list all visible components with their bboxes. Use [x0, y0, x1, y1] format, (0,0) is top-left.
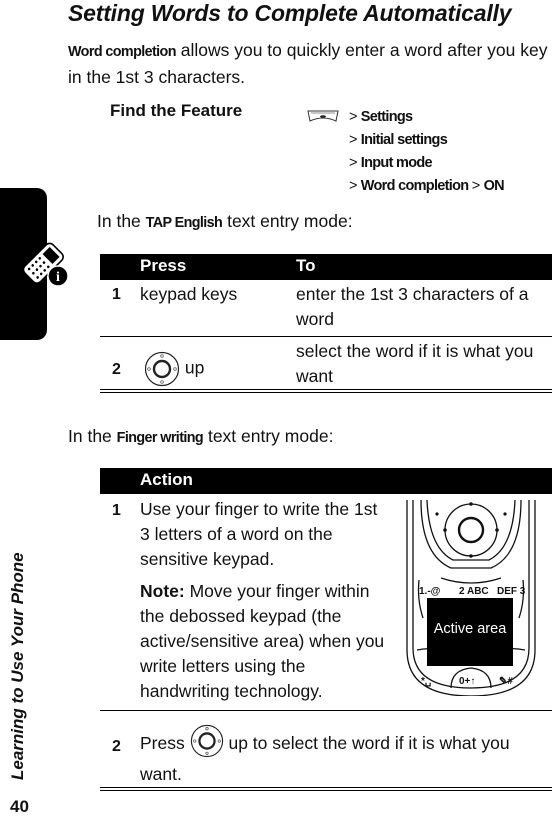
- key-3: DEF 3: [497, 586, 526, 597]
- nav-key-icon: [144, 351, 180, 387]
- page-title: Setting Words to Complete Automatically: [68, 0, 512, 26]
- table-row: 2 Press up to select the word if it is w…: [100, 711, 552, 787]
- section-finger-writing-intro: In the Finger writing text entry mode:: [68, 426, 334, 446]
- path-value-on: ON: [483, 178, 505, 194]
- path-step-input-mode: > Input mode: [349, 155, 433, 171]
- svg-text:i: i: [56, 270, 60, 285]
- chapter-tab: i: [0, 188, 69, 340]
- table-row: 2 up select the word if it is what you w…: [100, 337, 552, 389]
- path-step-initial-settings: > Initial settings: [349, 132, 448, 148]
- key-hash: ✎#: [499, 676, 513, 687]
- intro-paragraph: Word completion allows you to quickly en…: [68, 38, 548, 90]
- mode-name: Finger writing: [116, 430, 204, 446]
- action-text: Press up to select the word if it is wha…: [140, 725, 545, 790]
- nav-key-icon: [190, 725, 223, 758]
- mode-name: TAP English: [145, 215, 223, 231]
- intro-term: Word completion: [68, 44, 176, 60]
- header-action: Action: [140, 470, 193, 489]
- phone-info-icon: i: [22, 242, 69, 287]
- note-label: Note:: [140, 581, 185, 601]
- table-header: Action: [100, 468, 552, 494]
- section-tap-english-intro: In the TAP English text entry mode:: [97, 211, 353, 231]
- path-step-word-completion: > Word completion > ON: [349, 178, 505, 194]
- to-cell: select the word if it is what you want: [296, 341, 534, 386]
- key-0: 0+↑: [459, 676, 475, 687]
- active-area-label: Active area: [427, 598, 513, 666]
- chapter-title: Learning to Use Your Phone: [8, 552, 27, 780]
- feature-path: > Settings > Initial settings > Input mode …: [349, 106, 505, 198]
- press-cell: up: [144, 351, 204, 387]
- table-row: 1 keypad keys enter the 1st 3 characters…: [100, 280, 552, 336]
- table-end-rule: [100, 389, 552, 393]
- action-text: Use your finger to write the 1st 3 lette…: [140, 499, 378, 569]
- header-press: Press: [140, 256, 187, 275]
- key-star: *␣: [421, 676, 431, 687]
- path-step-settings: > Settings: [349, 109, 413, 125]
- header-to: To: [296, 256, 316, 275]
- press-cell: keypad keys: [140, 284, 238, 304]
- note-text: Note: Move your finger within the deboss…: [140, 581, 385, 701]
- key-2: 2 ABC: [459, 586, 489, 597]
- to-cell: enter the 1st 3 characters of a word: [296, 284, 529, 329]
- tap-english-table: Press To 1 keypad keys enter the 1st 3 c…: [100, 254, 552, 393]
- table-header: Press To: [100, 254, 552, 280]
- find-the-feature-label: Find the Feature: [110, 101, 243, 120]
- menu-key-icon: [307, 110, 339, 122]
- page-number: 40: [10, 797, 29, 816]
- key-1: 1.-@: [419, 586, 441, 597]
